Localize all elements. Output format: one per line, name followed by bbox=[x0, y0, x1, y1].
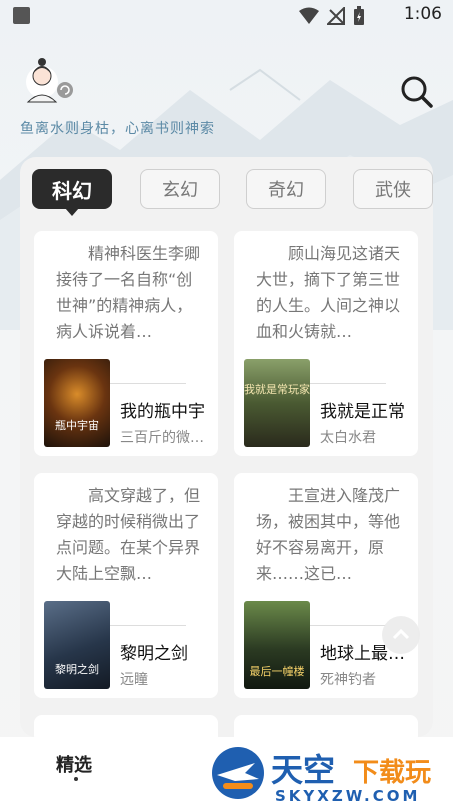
book-card[interactable]: 顾山海见这诸天大世，摘下了第三世的人生。人间之神以血和火铸就… 我就是常玩家 我… bbox=[234, 231, 418, 456]
tab-label: 奇幻 bbox=[268, 180, 304, 201]
divider bbox=[110, 383, 186, 384]
clock: 1:06 bbox=[403, 4, 442, 24]
tab-label: 武侠 bbox=[375, 180, 411, 201]
book-title: 我就是正常 bbox=[320, 402, 405, 422]
book-title: 我的瓶中宇 bbox=[120, 402, 205, 422]
book-author: 三百斤的微… bbox=[120, 430, 204, 446]
tab-wuxia[interactable]: 武侠 bbox=[353, 169, 433, 209]
chevron-up-icon bbox=[392, 628, 410, 640]
book-cover: 瓶中宇宙 bbox=[44, 359, 110, 447]
book-cover: 黎明之剑 bbox=[44, 601, 110, 689]
site-watermark-logo: 天空 下载玩 SKYXZW.COM bbox=[212, 747, 431, 805]
book-card[interactable] bbox=[234, 715, 418, 737]
tab-xuanhuan[interactable]: 玄幻 bbox=[140, 169, 220, 209]
cover-text: 我就是常玩家 bbox=[244, 383, 310, 396]
tab-label: 科幻 bbox=[52, 178, 92, 203]
book-card[interactable]: 精神科医生李卿接待了一名自称“创世神”的精神病人，病人诉说着… 瓶中宇宙 我的瓶… bbox=[34, 231, 218, 456]
divider bbox=[310, 625, 386, 626]
book-author: 远瞳 bbox=[120, 672, 148, 688]
divider bbox=[110, 625, 186, 626]
battery-icon bbox=[354, 6, 364, 25]
search-icon[interactable] bbox=[399, 74, 435, 110]
book-author: 死神钓者 bbox=[320, 672, 376, 688]
book-card[interactable] bbox=[34, 715, 218, 737]
tab-scifi[interactable]: 科幻 bbox=[32, 169, 112, 216]
cover-text: 最后一幢楼 bbox=[249, 665, 305, 678]
book-description: 高文穿越了，但穿越的时候稍微出了点问题。在某个异界大陆上空飘… bbox=[56, 486, 201, 583]
divider bbox=[310, 383, 386, 384]
nav-featured[interactable]: 精选 bbox=[56, 751, 92, 777]
book-card[interactable]: 王宣进入隆茂广场，被困其中，等他好不容易离开，原来……这已… 最后一幢楼 地球上… bbox=[234, 473, 418, 698]
scroll-to-top-button[interactable] bbox=[382, 616, 420, 654]
cover-text: 瓶中宇宙 bbox=[55, 419, 99, 432]
book-card[interactable]: 高文穿越了，但穿越的时候稍微出了点问题。在某个异界大陆上空飘… 黎明之剑 黎明之… bbox=[34, 473, 218, 698]
book-description: 王宣进入隆茂广场，被困其中，等他好不容易离开，原来……这已… bbox=[256, 486, 401, 583]
book-title: 黎明之剑 bbox=[120, 644, 188, 664]
no-signal-icon bbox=[327, 7, 345, 25]
status-icons bbox=[299, 6, 365, 26]
cover-text: 黎明之剑 bbox=[55, 663, 99, 676]
nav-indicator bbox=[74, 777, 78, 781]
category-tabs: 科幻 玄幻 奇幻 武侠 bbox=[32, 169, 433, 216]
status-bar: 1:06 bbox=[0, 0, 453, 32]
book-cover: 最后一幢楼 bbox=[244, 601, 310, 689]
notification-icon bbox=[13, 7, 30, 24]
book-description: 精神科医生李卿接待了一名自称“创世神”的精神病人，病人诉说着… bbox=[56, 244, 201, 341]
avatar[interactable] bbox=[22, 52, 74, 104]
book-author: 太白水君 bbox=[320, 430, 376, 446]
wifi-icon bbox=[299, 7, 319, 24]
tab-label: 玄幻 bbox=[162, 180, 198, 201]
svg-text:天空: 天空 bbox=[271, 751, 335, 789]
book-description: 顾山海见这诸天大世，摘下了第三世的人生。人间之神以血和火铸就… bbox=[256, 244, 401, 341]
svg-text:下载玩: 下载玩 bbox=[353, 758, 431, 788]
tab-fantasy[interactable]: 奇幻 bbox=[246, 169, 326, 209]
book-cover: 我就是常玩家 bbox=[244, 359, 310, 447]
slogan: 鱼离水则身枯，心离书则神索 bbox=[20, 121, 215, 137]
book-panel: 科幻 玄幻 奇幻 武侠 精神科医生李卿接待了一名自称“创世神”的精神病人，病人诉… bbox=[20, 157, 433, 737]
svg-text:SKYXZW.COM: SKYXZW.COM bbox=[275, 787, 420, 805]
